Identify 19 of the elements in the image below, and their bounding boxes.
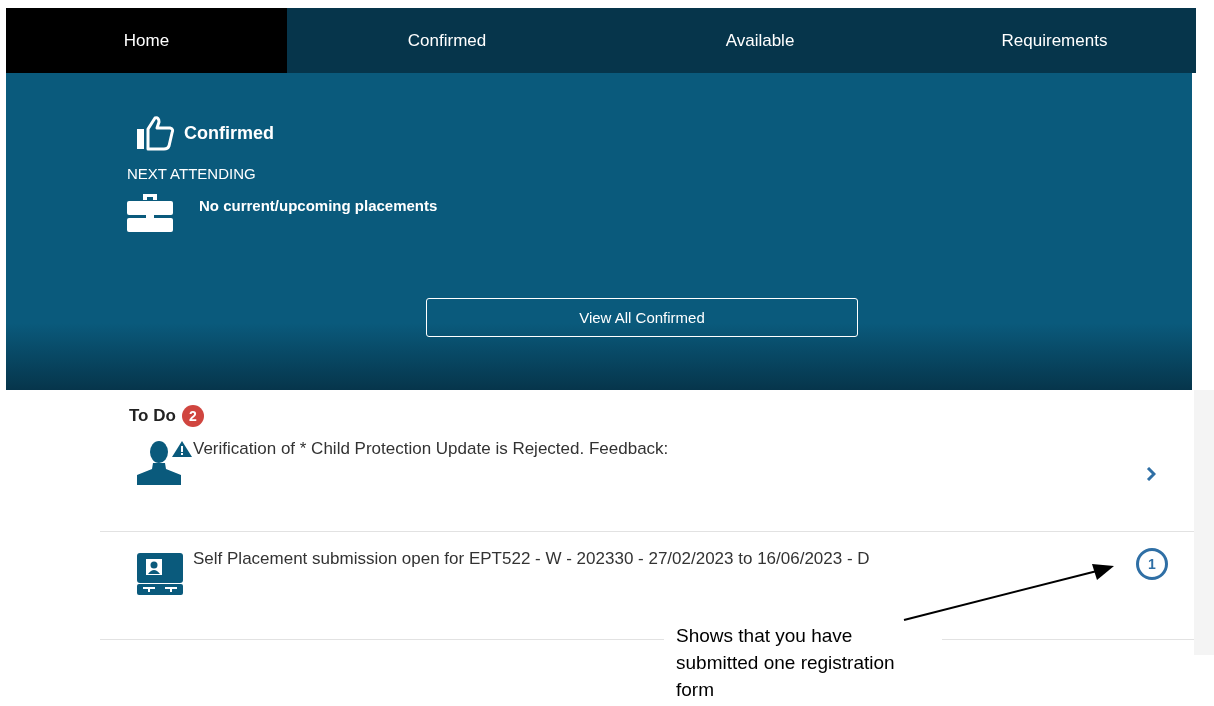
section-title: Confirmed <box>184 122 274 144</box>
person-warning-icon <box>137 439 193 485</box>
count-badge: 2 <box>181 405 204 427</box>
nav-tab[interactable]: Requirements <box>913 8 1196 73</box>
id-card-icon <box>137 553 183 595</box>
thumbs-up-icon <box>136 115 176 151</box>
chevron-right-icon[interactable] <box>1146 467 1156 481</box>
briefcase-icon <box>127 192 173 232</box>
todo-text: Self Placement submission open for EPT522 - W - 202330 - 27/02/2023 to 16/06/2023 - D <box>193 549 870 569</box>
nav-tab[interactable]: Available <box>607 8 913 73</box>
view-all-confirmed-button[interactable]: View All Confirmed <box>426 298 858 337</box>
nav-tab[interactable]: Confirmed <box>287 8 607 73</box>
todo-title: To Do <box>129 406 176 426</box>
count-circle: 1 <box>1136 548 1168 580</box>
next-attending-label: NEXT ATTENDING <box>127 165 257 182</box>
todo-text: Verification of * Child Protection Update is Rejected. Feedback: <box>193 439 669 459</box>
nav-tab[interactable]: Home <box>6 8 287 73</box>
todo-item[interactable]: Verification of * Child Protection Update is Rejected. Feedback: <box>100 427 1194 532</box>
placement-status: No current/upcoming placements <box>199 196 438 214</box>
